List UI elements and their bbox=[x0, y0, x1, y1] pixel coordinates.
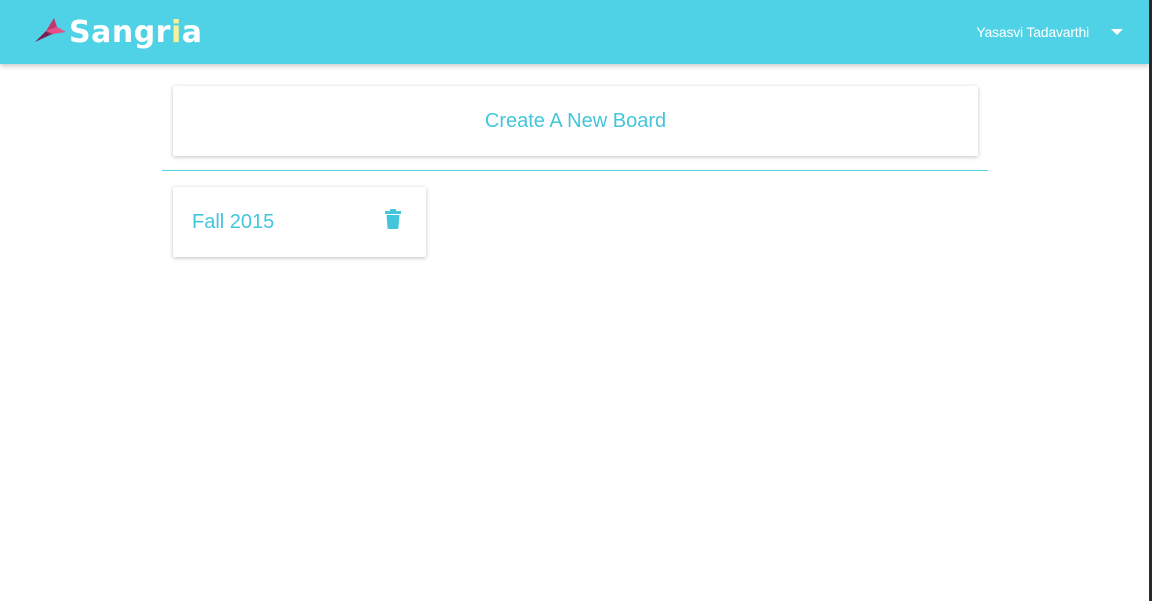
top-app-bar: Sangria Yasasvi Tadavarthi bbox=[0, 0, 1149, 64]
create-board-button[interactable]: Create A New Board bbox=[173, 86, 978, 156]
user-menu[interactable]: Yasasvi Tadavarthi bbox=[976, 20, 1123, 44]
trash-icon[interactable] bbox=[385, 209, 401, 229]
sangria-logo-icon bbox=[35, 18, 66, 42]
brand-logo[interactable]: Sangria bbox=[33, 11, 203, 53]
section-divider bbox=[162, 170, 988, 171]
app-window: Sangria Yasasvi Tadavarthi Create A New … bbox=[0, 0, 1152, 601]
board-card[interactable]: Fall 2015 bbox=[173, 187, 426, 257]
caret-down-icon[interactable] bbox=[1111, 29, 1123, 35]
board-title[interactable]: Fall 2015 bbox=[192, 211, 274, 234]
create-board-label: Create A New Board bbox=[484, 109, 667, 132]
brand-name: Sangria bbox=[69, 14, 203, 50]
user-name: Yasasvi Tadavarthi bbox=[976, 24, 1089, 40]
